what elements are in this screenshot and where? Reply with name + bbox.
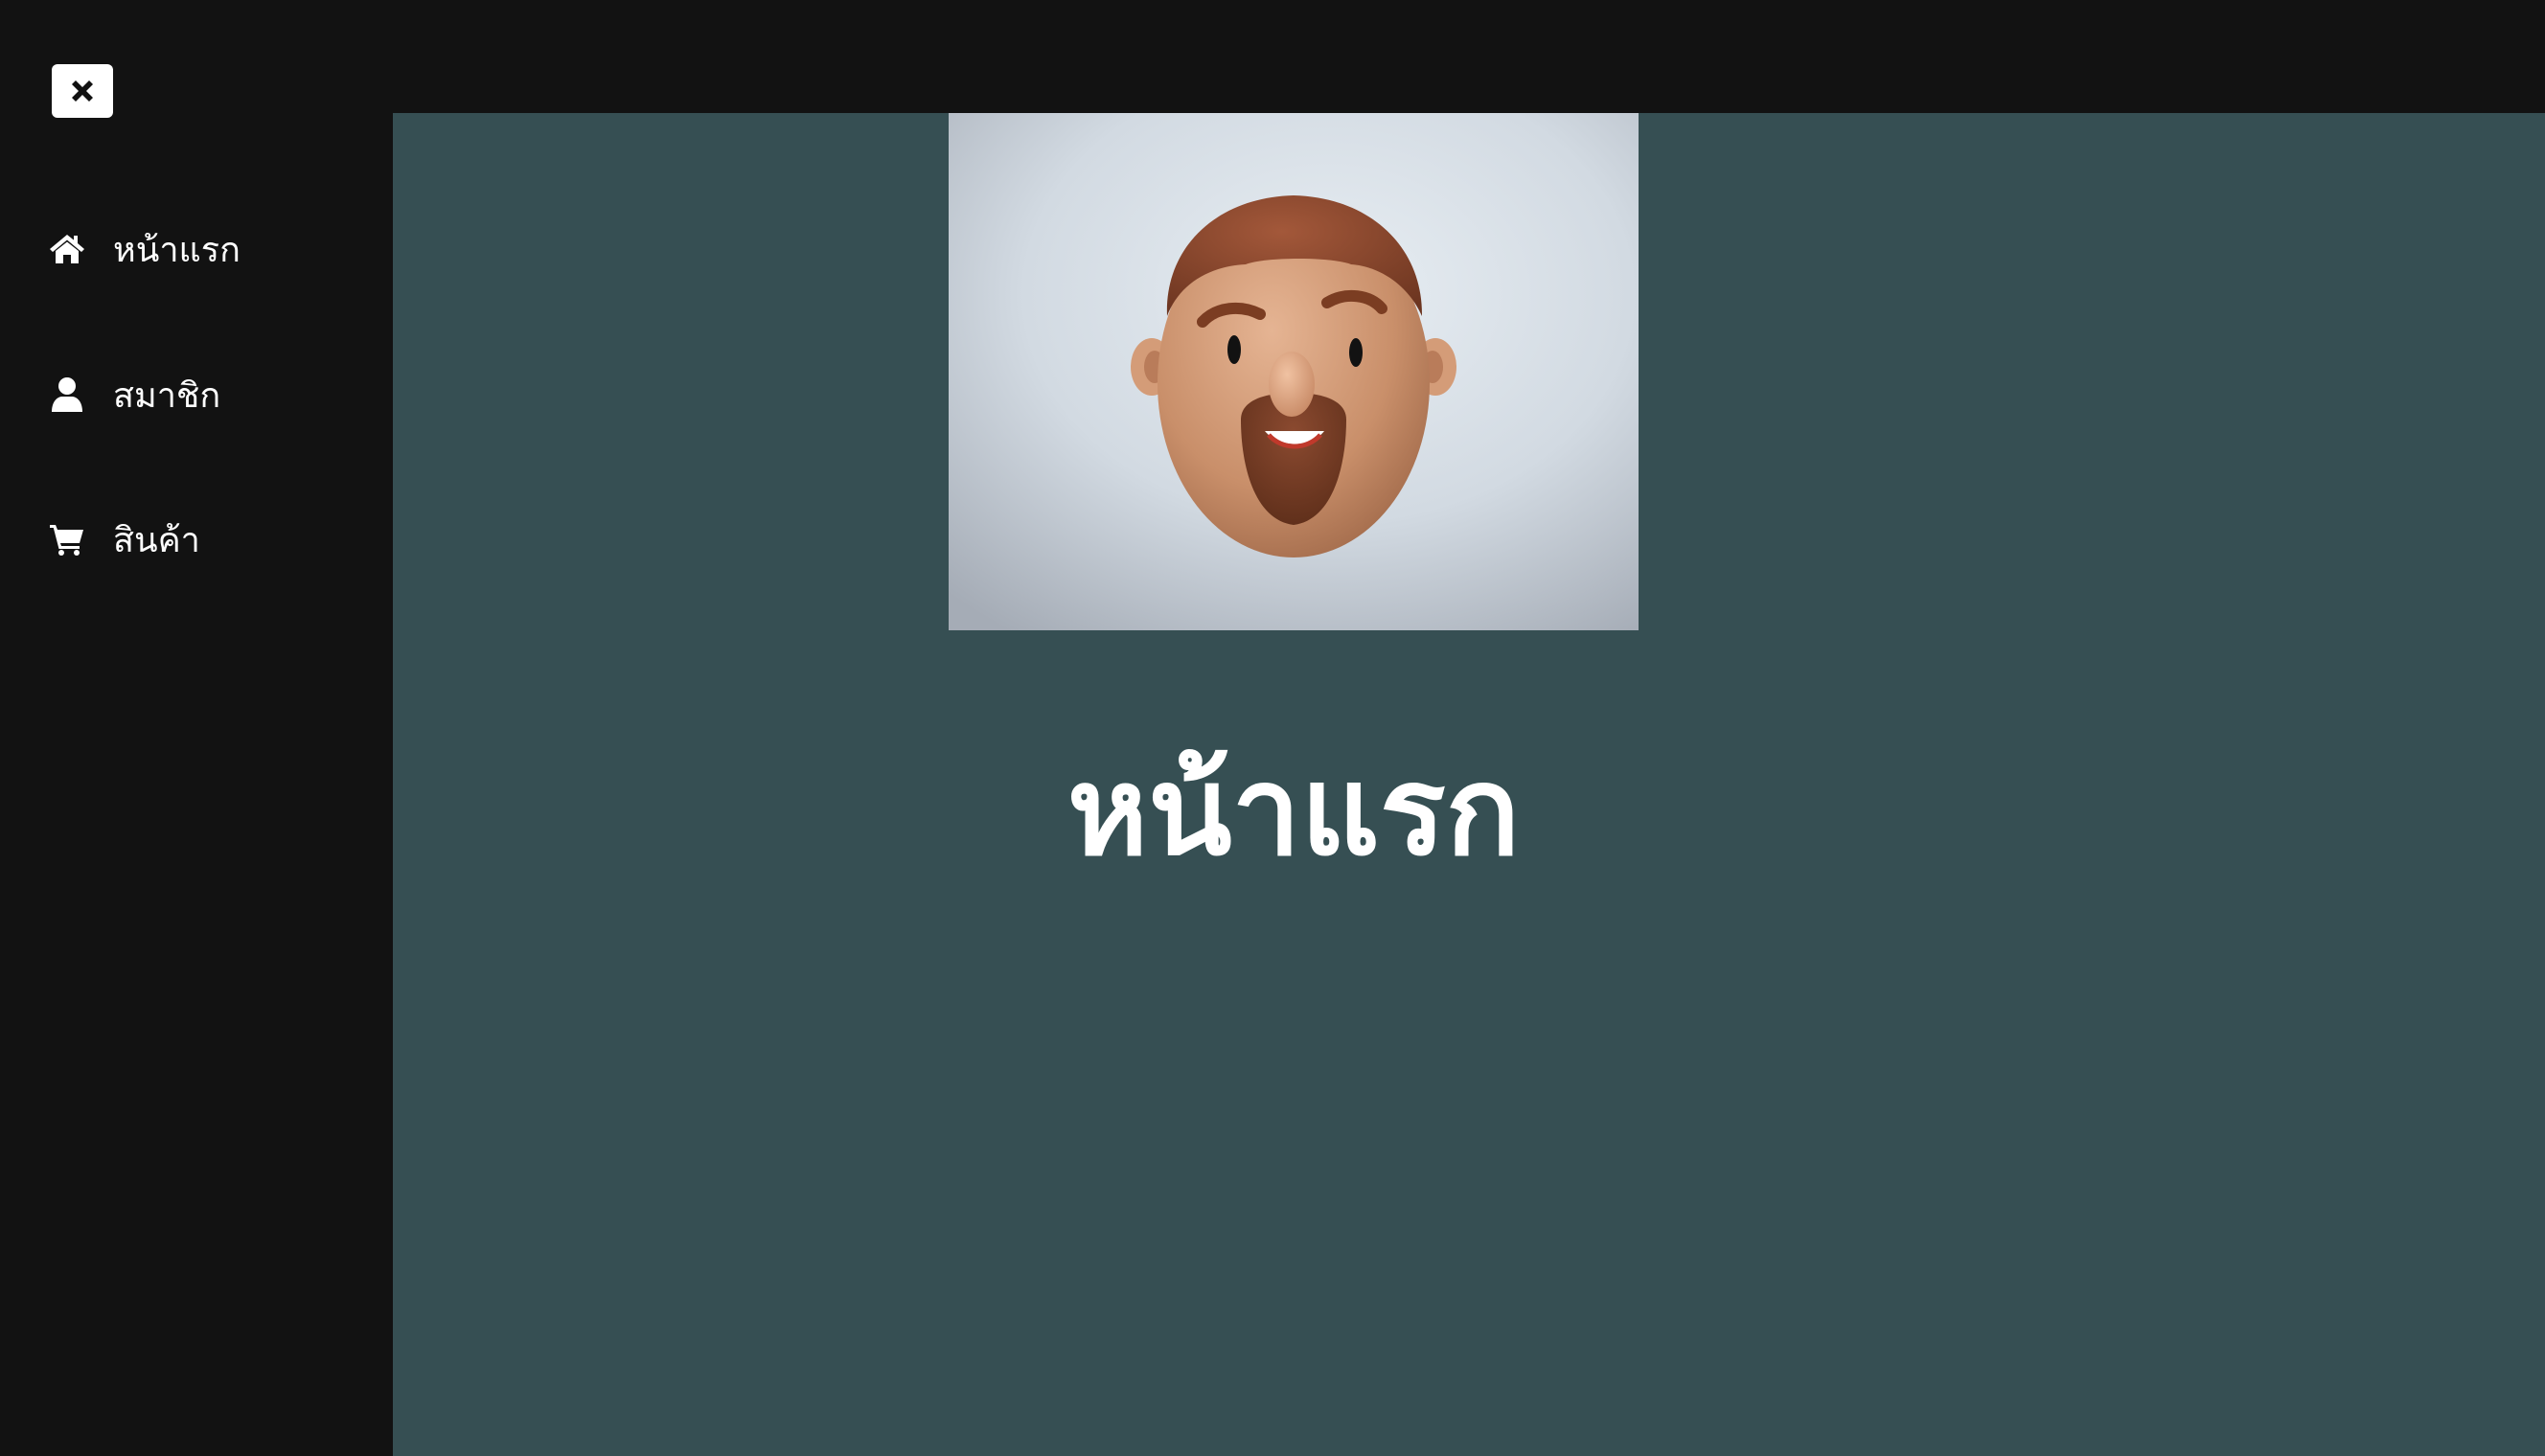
sidebar: หน้าแรก สมาชิก สินค้า [0,0,393,1456]
close-x-icon [72,80,93,102]
user-icon [48,375,86,414]
close-sidebar-button[interactable] [52,64,113,118]
sidebar-item-label: สินค้า [113,520,200,560]
sidebar-item-label: สมาชิก [113,375,221,416]
sidebar-item-home[interactable]: หน้าแรก [48,220,241,278]
avatar-image [949,113,1639,630]
app-window: หน้าแรก สมาชิก สินค้า หน้าแรก [0,0,2545,1456]
cart-icon [48,520,86,558]
sidebar-item-label: หน้าแรก [113,230,241,270]
sidebar-item-members[interactable]: สมาชิก [48,366,220,423]
sidebar-item-products[interactable]: สินค้า [48,511,200,568]
main-content: หน้าแรก [393,113,2545,1456]
page-title: หน้าแรก [1066,740,1521,883]
home-icon [48,230,86,268]
